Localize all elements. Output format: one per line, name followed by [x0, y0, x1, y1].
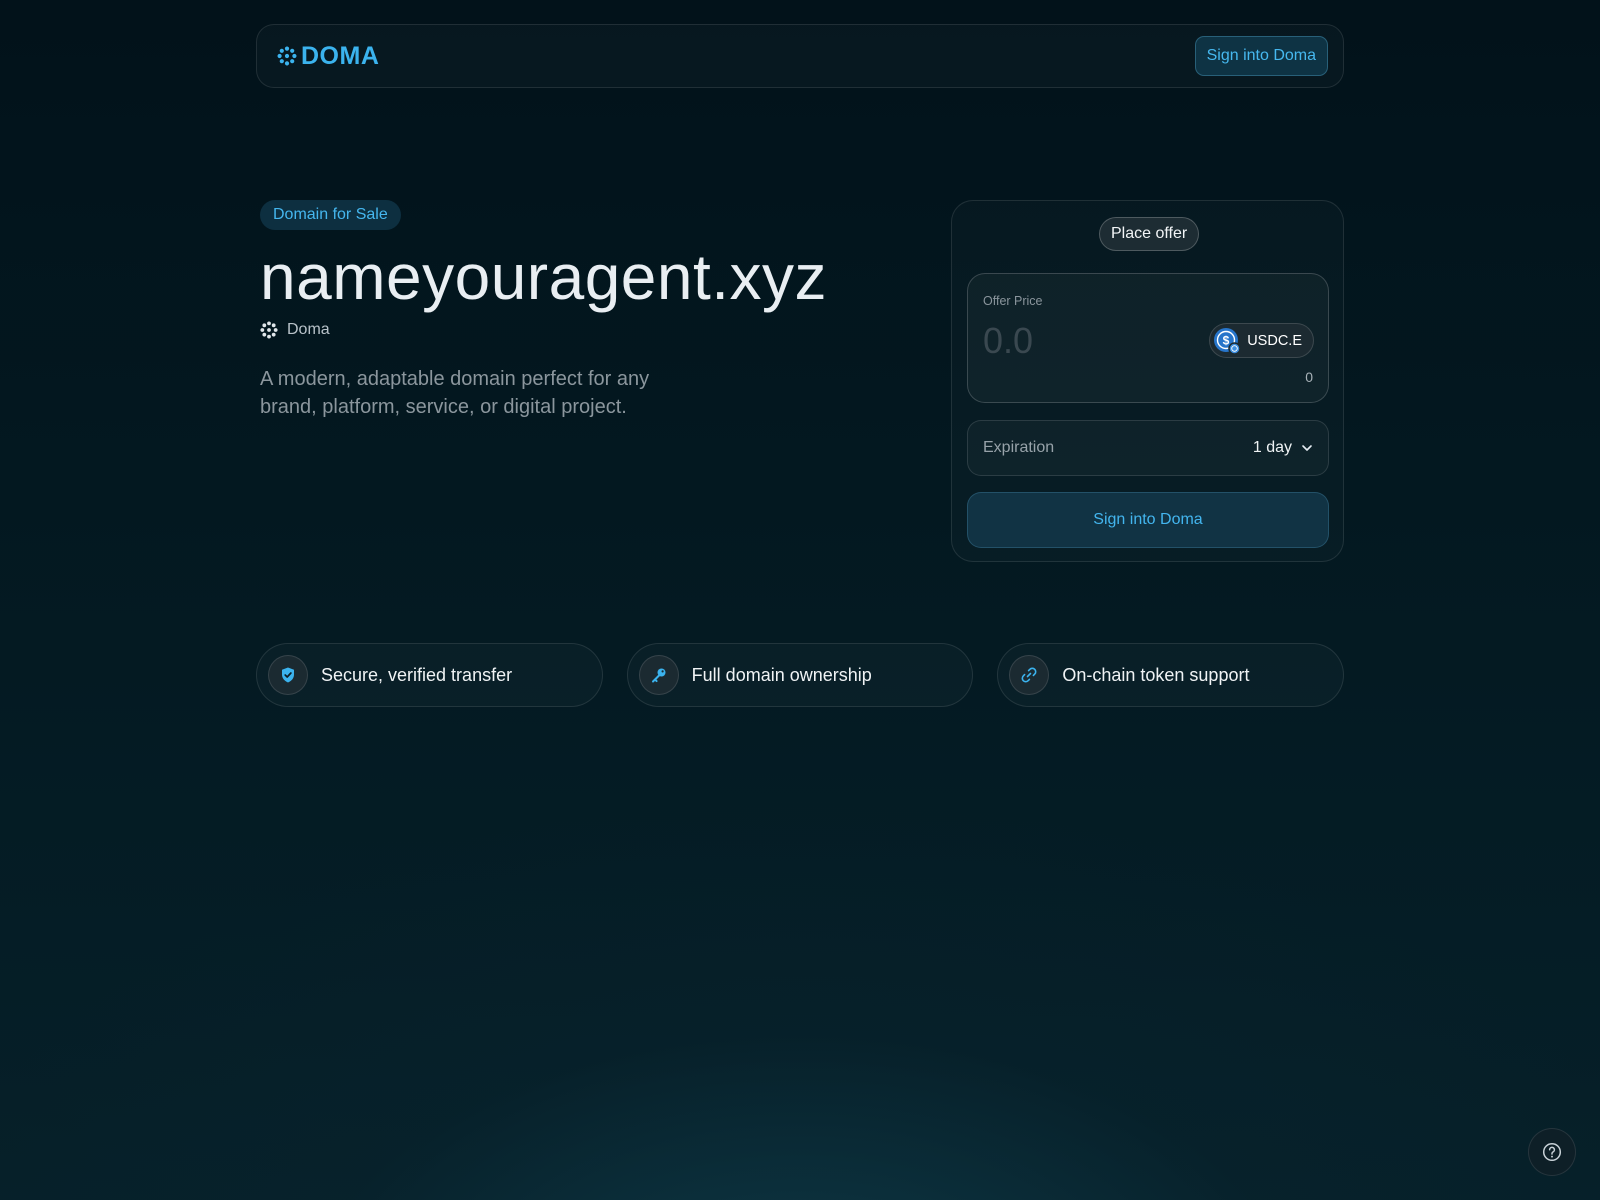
expiration-label: Expiration [983, 439, 1055, 456]
feature-label: Secure, verified transfer [321, 664, 513, 685]
feature-domain-ownership: Full domain ownership [626, 643, 974, 707]
link-icon [1009, 655, 1050, 695]
signin-button-card[interactable]: Sign into Doma [967, 492, 1329, 548]
help-button[interactable] [1528, 1128, 1576, 1176]
features-row: Secure, verified transfer Full domain ow… [256, 643, 1345, 707]
key-icon [638, 655, 679, 695]
expiration-select[interactable]: 1 day [1253, 439, 1313, 457]
feature-token-support: On-chain token support [997, 643, 1345, 707]
logo-text: DOMA [301, 41, 380, 70]
help-icon [1542, 1142, 1562, 1162]
expiration-value: 1 day [1252, 439, 1292, 456]
doma-logo[interactable]: DOMA [277, 42, 379, 71]
token-symbol: USDC.E [1247, 332, 1302, 349]
domain-title: nameyouragent.xyz [260, 241, 828, 313]
chevron-down-icon [1302, 445, 1312, 451]
offer-price-input[interactable] [983, 318, 1203, 364]
signin-button-header[interactable]: Sign into Doma [1194, 36, 1328, 76]
offer-price-label: Offer Price [983, 294, 1043, 308]
shield-check-icon [268, 655, 308, 695]
domain-description: A modern, adaptable domain perfect for a… [260, 368, 650, 419]
expiration-field: Expiration 1 day [967, 420, 1329, 476]
token-balance: 0 [1305, 369, 1313, 385]
offer-card: Place offer Offer Price $ USDC.E 0 Expir… [951, 200, 1344, 562]
feature-secure-transfer: Secure, verified transfer [256, 643, 603, 707]
doma-logo-icon [277, 46, 297, 66]
tab-place-offer[interactable]: Place offer [1099, 217, 1200, 251]
doma-registrar-icon [260, 321, 278, 339]
usdc-token-icon: $ [1214, 327, 1241, 355]
top-navbar: DOMA Sign into Doma [256, 24, 1344, 88]
svg-text:$: $ [1223, 333, 1230, 347]
hero-section: Domain for Sale nameyouragent.xyz Doma A… [260, 200, 900, 421]
token-selector[interactable]: $ USDC.E [1209, 323, 1314, 358]
feature-label: On-chain token support [1062, 664, 1250, 685]
offer-price-box: Offer Price $ USDC.E 0 [967, 273, 1329, 403]
feature-label: Full domain ownership [691, 664, 872, 685]
registrar-label: Doma [287, 321, 330, 339]
registrar: Doma [260, 321, 900, 339]
sale-badge: Domain for Sale [260, 200, 401, 230]
